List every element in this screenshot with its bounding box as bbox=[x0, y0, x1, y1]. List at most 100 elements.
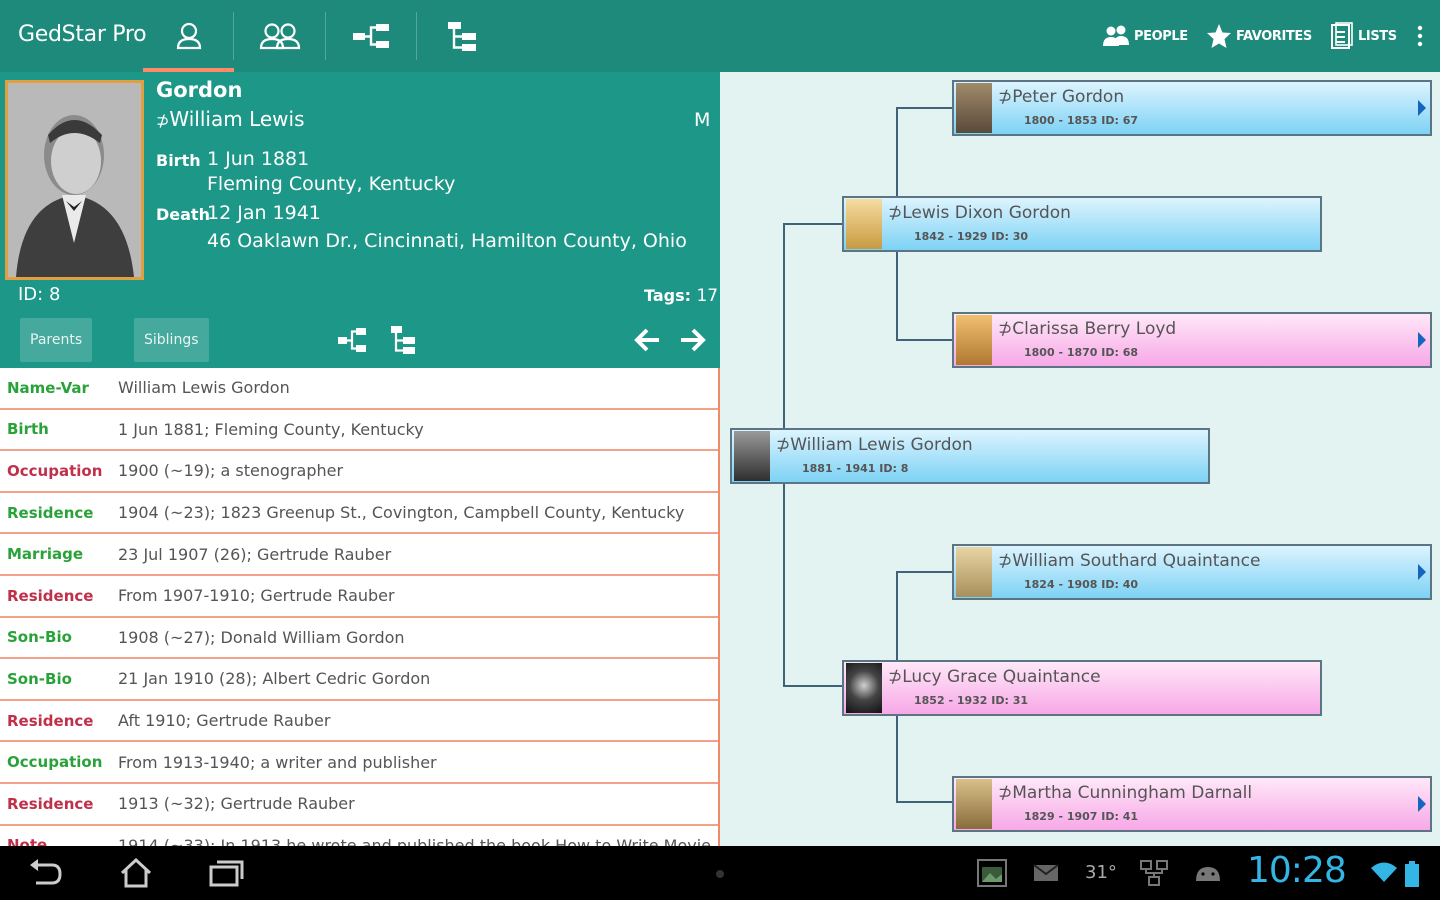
tab-family[interactable] bbox=[234, 0, 325, 72]
lists-icon bbox=[1331, 22, 1353, 49]
mail-icon bbox=[1033, 864, 1059, 881]
tree-person-dates: 1800 - 1853 ID: 67 bbox=[1024, 114, 1139, 127]
descendants-icon bbox=[448, 22, 476, 51]
android-notification[interactable] bbox=[1188, 856, 1228, 890]
overflow-menu-button[interactable] bbox=[1412, 20, 1428, 52]
fact-row[interactable]: Occupation 1900 (~19); a stenographer bbox=[0, 451, 718, 493]
home-button[interactable] bbox=[116, 856, 156, 890]
home-icon bbox=[120, 858, 152, 888]
fact-row[interactable]: Marriage 23 Jul 1907 (26); Gertrude Raube… bbox=[0, 534, 718, 576]
male-symbol-icon: ⊅ bbox=[998, 551, 1013, 571]
female-symbol-icon: ⊅ bbox=[998, 319, 1013, 339]
fact-label: Occupation bbox=[7, 461, 103, 480]
status-clock[interactable]: 10:28 bbox=[1247, 850, 1347, 891]
fact-row[interactable]: Residence Aft 1910; Gertrude Rauber bbox=[0, 701, 718, 743]
descendants-view-button[interactable] bbox=[386, 324, 420, 356]
android-icon bbox=[1196, 867, 1220, 881]
tree-person-box[interactable]: ⊅Clarissa Berry Loyd 1800 - 1870 ID: 68 bbox=[952, 312, 1432, 368]
tab-person[interactable] bbox=[143, 0, 234, 72]
portrait-image bbox=[8, 83, 141, 277]
siblings-button[interactable]: Siblings bbox=[134, 318, 209, 362]
birth-label: Birth bbox=[156, 151, 201, 170]
tree-person-box[interactable]: ⊅Martha Cunningham Darnall 1829 - 1907 I… bbox=[952, 776, 1432, 832]
gallery-notification[interactable] bbox=[972, 856, 1012, 890]
fact-row[interactable]: Residence 1913 (~32); Gertrude Rauber bbox=[0, 784, 718, 826]
fact-row[interactable]: Note 1914 (~33); In 1913 he wrote and pub… bbox=[0, 826, 718, 846]
death-label: Death bbox=[156, 205, 210, 224]
death-place: 46 Oaklawn Dr., Cincinnati, Hamilton Cou… bbox=[207, 230, 687, 252]
fact-list[interactable]: Name-Var William Lewis Gordon Birth 1 Jun … bbox=[0, 368, 720, 846]
fact-label: Residence bbox=[7, 503, 94, 522]
network-notification[interactable] bbox=[1134, 856, 1174, 890]
battery-icon bbox=[1404, 860, 1420, 892]
female-symbol-icon: ⊅ bbox=[998, 783, 1013, 803]
mail-notification[interactable] bbox=[1026, 856, 1066, 890]
arrow-left-icon bbox=[634, 328, 659, 352]
fact-row[interactable]: Residence From 1907-1910; Gertrude Rauber bbox=[0, 576, 718, 618]
people-icon bbox=[1103, 25, 1129, 46]
people-action[interactable]: PEOPLE bbox=[1102, 20, 1188, 52]
person-portrait[interactable] bbox=[5, 80, 144, 280]
recent-apps-button[interactable] bbox=[206, 856, 246, 890]
tree-person-name: ⊅Lewis Dixon Gordon bbox=[888, 203, 1071, 223]
action-bar: GedStar Pro PEOPLE FAVORITES LISTS bbox=[0, 0, 1440, 72]
pedigree-tree[interactable]: ⊅Peter Gordon 1800 - 1853 ID: 67 ⊅Lewis … bbox=[722, 72, 1440, 846]
expand-arrow-icon[interactable] bbox=[1418, 100, 1426, 116]
tab-descendants[interactable] bbox=[417, 0, 507, 72]
back-button[interactable] bbox=[26, 856, 66, 890]
fact-value: 1914 (~33); In 1913 he wrote and publish… bbox=[118, 835, 711, 846]
expand-arrow-icon[interactable] bbox=[1418, 796, 1426, 812]
person-id: ID: 8 bbox=[18, 284, 61, 305]
fact-value: 1900 (~19); a stenographer bbox=[118, 461, 344, 481]
tree-person-name: ⊅William Lewis Gordon bbox=[776, 435, 973, 455]
fact-value: 1913 (~32); Gertrude Rauber bbox=[118, 794, 355, 814]
lists-action[interactable]: LISTS bbox=[1330, 20, 1397, 52]
tree-person-box[interactable]: ⊅William Southard Quaintance 1824 - 1908… bbox=[952, 544, 1432, 600]
fact-row[interactable]: Occupation From 1913-1940; a writer and p… bbox=[0, 742, 718, 784]
person-thumbnail bbox=[956, 779, 992, 829]
system-navigation-bar: 31° 10:28 bbox=[0, 846, 1440, 900]
recent-apps-icon bbox=[209, 860, 244, 887]
male-symbol-icon: ⊅ bbox=[888, 203, 903, 223]
fact-label: Note bbox=[7, 836, 48, 846]
tree-person-box[interactable]: ⊅Lucy Grace Quaintance 1852 - 1932 ID: 3… bbox=[842, 660, 1322, 716]
favorites-action[interactable]: FAVORITES bbox=[1206, 20, 1312, 52]
fact-label: Son-Bio bbox=[7, 628, 72, 647]
fact-row[interactable]: Name-Var William Lewis Gordon bbox=[0, 368, 718, 410]
tree-person-box-root[interactable]: ⊅William Lewis Gordon 1881 - 1941 ID: 8 bbox=[730, 428, 1210, 484]
fact-value: 1904 (~23); 1823 Greenup St., Covington,… bbox=[118, 503, 685, 523]
expand-arrow-icon[interactable] bbox=[1418, 564, 1426, 580]
tab-pedigree[interactable] bbox=[326, 0, 416, 72]
tags-value: 17 bbox=[696, 286, 719, 306]
fact-row[interactable]: Residence 1904 (~23); 1823 Greenup St., C… bbox=[0, 493, 718, 535]
person-tags[interactable]: Tags: 17 bbox=[644, 286, 718, 306]
descendants-icon bbox=[391, 326, 415, 354]
fact-row[interactable]: Birth 1 Jun 1881; Fleming County, Kentuck… bbox=[0, 410, 718, 452]
network-icon bbox=[1140, 860, 1168, 886]
expand-arrow-icon[interactable] bbox=[1418, 332, 1426, 348]
person-thumbnail bbox=[956, 83, 992, 133]
previous-person-button[interactable] bbox=[630, 324, 664, 356]
person-header: Gordon ⊅William Lewis M Birth 1 Jun 1881… bbox=[0, 72, 720, 368]
pedigree-icon bbox=[353, 24, 389, 48]
fact-row[interactable]: Son-Bio 1908 (~27); Donald William Gordon bbox=[0, 618, 718, 660]
tree-person-dates: 1800 - 1870 ID: 68 bbox=[1024, 346, 1139, 359]
tree-person-box[interactable]: ⊅Peter Gordon 1800 - 1853 ID: 67 bbox=[952, 80, 1432, 136]
fact-label: Name-Var bbox=[7, 378, 89, 397]
person-thumbnail bbox=[734, 431, 770, 481]
menu-dot-icon bbox=[716, 870, 724, 878]
tree-person-box[interactable]: ⊅Lewis Dixon Gordon 1842 - 1929 ID: 30 bbox=[842, 196, 1322, 252]
male-symbol-icon: ⊅ bbox=[776, 435, 791, 455]
tree-person-dates: 1881 - 1941 ID: 8 bbox=[802, 462, 909, 475]
family-icon bbox=[259, 23, 300, 50]
parents-button[interactable]: Parents bbox=[20, 318, 93, 362]
pedigree-view-button[interactable] bbox=[335, 324, 369, 356]
fact-row[interactable]: Son-Bio 21 Jan 1910 (28); Albert Cedric G… bbox=[0, 659, 718, 701]
male-symbol-icon: ⊅ bbox=[998, 87, 1013, 107]
fact-value: From 1913-1940; a writer and publisher bbox=[118, 752, 437, 772]
favorites-action-label: FAVORITES bbox=[1236, 28, 1312, 44]
lists-action-label: LISTS bbox=[1358, 28, 1397, 44]
pedigree-icon bbox=[338, 328, 366, 352]
next-person-button[interactable] bbox=[676, 324, 710, 356]
fact-label: Occupation bbox=[7, 753, 103, 772]
